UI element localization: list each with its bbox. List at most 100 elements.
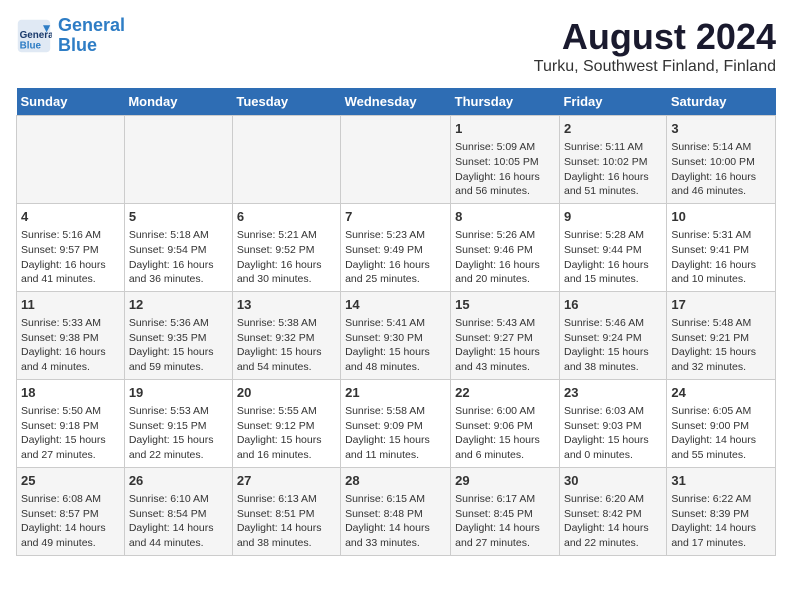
- day-info: and 32 minutes.: [671, 360, 771, 375]
- day-info: Sunset: 9:06 PM: [455, 419, 555, 434]
- day-number: 11: [21, 296, 120, 314]
- day-number: 19: [129, 384, 228, 402]
- day-info: Sunset: 9:27 PM: [455, 331, 555, 346]
- day-cell: 31Sunrise: 6:22 AMSunset: 8:39 PMDayligh…: [667, 467, 776, 555]
- day-info: Daylight: 14 hours: [564, 521, 662, 536]
- day-cell: 28Sunrise: 6:15 AMSunset: 8:48 PMDayligh…: [341, 467, 451, 555]
- day-info: Sunset: 8:45 PM: [455, 507, 555, 522]
- day-info: Sunrise: 5:28 AM: [564, 228, 662, 243]
- day-info: and 44 minutes.: [129, 536, 228, 551]
- day-info: Sunset: 9:49 PM: [345, 243, 446, 258]
- day-cell: 3Sunrise: 5:14 AMSunset: 10:00 PMDayligh…: [667, 116, 776, 204]
- week-row-1: 1Sunrise: 5:09 AMSunset: 10:05 PMDayligh…: [17, 116, 776, 204]
- day-number: 22: [455, 384, 555, 402]
- week-row-2: 4 Sunrise: 5:16 AMSunset: 9:57 PM Daylight…: [17, 203, 776, 291]
- day-info: Daylight: 15 hours: [455, 345, 555, 360]
- day-number: 3: [671, 120, 771, 138]
- day-number: 16: [564, 296, 662, 314]
- day-cell: 5Sunrise: 5:18 AMSunset: 9:54 PMDaylight…: [124, 203, 232, 291]
- day-number: 9: [564, 208, 662, 226]
- day-info: Sunrise: 5:43 AM: [455, 316, 555, 331]
- day-info: Sunrise: 5:23 AM: [345, 228, 446, 243]
- day-cell: 7Sunrise: 5:23 AMSunset: 9:49 PMDaylight…: [341, 203, 451, 291]
- day-cell: [341, 116, 451, 204]
- day-cell: 26 Sunrise: 6:10 AMSunset: 8:54 PMDayligh…: [124, 467, 232, 555]
- day-info: and 56 minutes.: [455, 184, 555, 199]
- day-info: and 48 minutes.: [345, 360, 446, 375]
- day-info: Daylight: 15 hours: [237, 433, 336, 448]
- day-cell: 2Sunrise: 5:11 AMSunset: 10:02 PMDayligh…: [559, 116, 666, 204]
- day-info: Sunrise: 5:09 AM: [455, 140, 555, 155]
- day-info: and 30 minutes.: [237, 272, 336, 287]
- day-info: Sunrise: 6:17 AM: [455, 492, 555, 507]
- day-info: Daylight: 15 hours: [345, 433, 446, 448]
- day-number: 4: [21, 208, 120, 226]
- day-info: Daylight: 14 hours: [345, 521, 446, 536]
- day-cell: 9Sunrise: 5:28 AMSunset: 9:44 PMDaylight…: [559, 203, 666, 291]
- day-number: 15: [455, 296, 555, 314]
- day-info: Daylight: 16 hours: [21, 345, 120, 360]
- day-info: and 10 minutes.: [671, 272, 771, 287]
- day-info: Sunrise: 6:10 AM: [129, 492, 228, 507]
- day-info: and 55 minutes.: [671, 448, 771, 463]
- day-info: Sunrise: 5:53 AM: [129, 404, 228, 419]
- day-info: Daylight: 15 hours: [129, 433, 228, 448]
- day-info: Sunset: 9:15 PM: [129, 419, 228, 434]
- day-cell: 4Sunrise: 5:16 AMSunset: 9:57 PMDaylight…: [17, 203, 125, 291]
- day-info: Sunset: 9:18 PM: [21, 419, 120, 434]
- day-info: Daylight: 14 hours: [237, 521, 336, 536]
- day-info: Sunrise: 5:38 AM: [237, 316, 336, 331]
- day-info: Daylight: 14 hours: [21, 521, 120, 536]
- week-row-4: 18Sunrise: 5:50 AMSunset: 9:18 PMDayligh…: [17, 379, 776, 467]
- svg-text:Blue: Blue: [20, 40, 42, 51]
- day-info: and 43 minutes.: [455, 360, 555, 375]
- day-info: and 51 minutes.: [564, 184, 662, 199]
- day-number: 27: [237, 472, 336, 490]
- day-number: 31: [671, 472, 771, 490]
- day-number: 21: [345, 384, 446, 402]
- day-info: Sunrise: 6:20 AM: [564, 492, 662, 507]
- day-info: Daylight: 16 hours: [455, 258, 555, 273]
- day-number: 8: [455, 208, 555, 226]
- day-info: Daylight: 14 hours: [671, 521, 771, 536]
- day-number: 24: [671, 384, 771, 402]
- day-number: 20: [237, 384, 336, 402]
- day-info: and 41 minutes.: [21, 272, 120, 287]
- day-info: Sunrise: 5:11 AM: [564, 140, 662, 155]
- day-number: 12: [129, 296, 228, 314]
- day-cell: 18Sunrise: 5:50 AMSunset: 9:18 PMDayligh…: [17, 379, 125, 467]
- day-info: Daylight: 15 hours: [129, 345, 228, 360]
- day-number: 26: [129, 472, 228, 490]
- day-info: Sunrise: 5:58 AM: [345, 404, 446, 419]
- day-info: Sunrise: 5:33 AM: [21, 316, 120, 331]
- day-info: and 4 minutes.: [21, 360, 120, 375]
- day-cell: 27Sunrise: 6:13 AMSunset: 8:51 PMDayligh…: [232, 467, 340, 555]
- day-info: and 25 minutes.: [345, 272, 446, 287]
- day-number: 30: [564, 472, 662, 490]
- day-info: Sunset: 9:12 PM: [237, 419, 336, 434]
- week-row-5: 25Sunrise: 6:08 AMSunset: 8:57 PMDayligh…: [17, 467, 776, 555]
- day-info: Sunset: 9:57 PM: [21, 243, 120, 258]
- day-info: Sunrise: 5:21 AM: [237, 228, 336, 243]
- day-cell: 25Sunrise: 6:08 AMSunset: 8:57 PMDayligh…: [17, 467, 125, 555]
- day-info: Sunrise: 5:16 AM: [21, 228, 120, 243]
- day-info: Sunset: 9:35 PM: [129, 331, 228, 346]
- day-info: Sunset: 10:00 PM: [671, 155, 771, 170]
- day-info: Sunset: 9:54 PM: [129, 243, 228, 258]
- day-info: Daylight: 14 hours: [129, 521, 228, 536]
- day-info: Daylight: 16 hours: [455, 170, 555, 185]
- day-number: 25: [21, 472, 120, 490]
- day-cell: 22Sunrise: 6:00 AMSunset: 9:06 PMDayligh…: [451, 379, 560, 467]
- day-info: Sunrise: 5:50 AM: [21, 404, 120, 419]
- day-number: 5: [129, 208, 228, 226]
- day-info: Sunset: 8:54 PM: [129, 507, 228, 522]
- day-info: and 20 minutes.: [455, 272, 555, 287]
- day-info: Daylight: 15 hours: [21, 433, 120, 448]
- day-cell: 20Sunrise: 5:55 AMSunset: 9:12 PMDayligh…: [232, 379, 340, 467]
- weekday-header-row: SundayMondayTuesdayWednesdayThursdayFrid…: [17, 88, 776, 116]
- day-number: 23: [564, 384, 662, 402]
- day-info: Daylight: 16 hours: [671, 258, 771, 273]
- day-info: Sunset: 9:46 PM: [455, 243, 555, 258]
- day-cell: 29Sunrise: 6:17 AMSunset: 8:45 PMDayligh…: [451, 467, 560, 555]
- day-info: Sunrise: 6:05 AM: [671, 404, 771, 419]
